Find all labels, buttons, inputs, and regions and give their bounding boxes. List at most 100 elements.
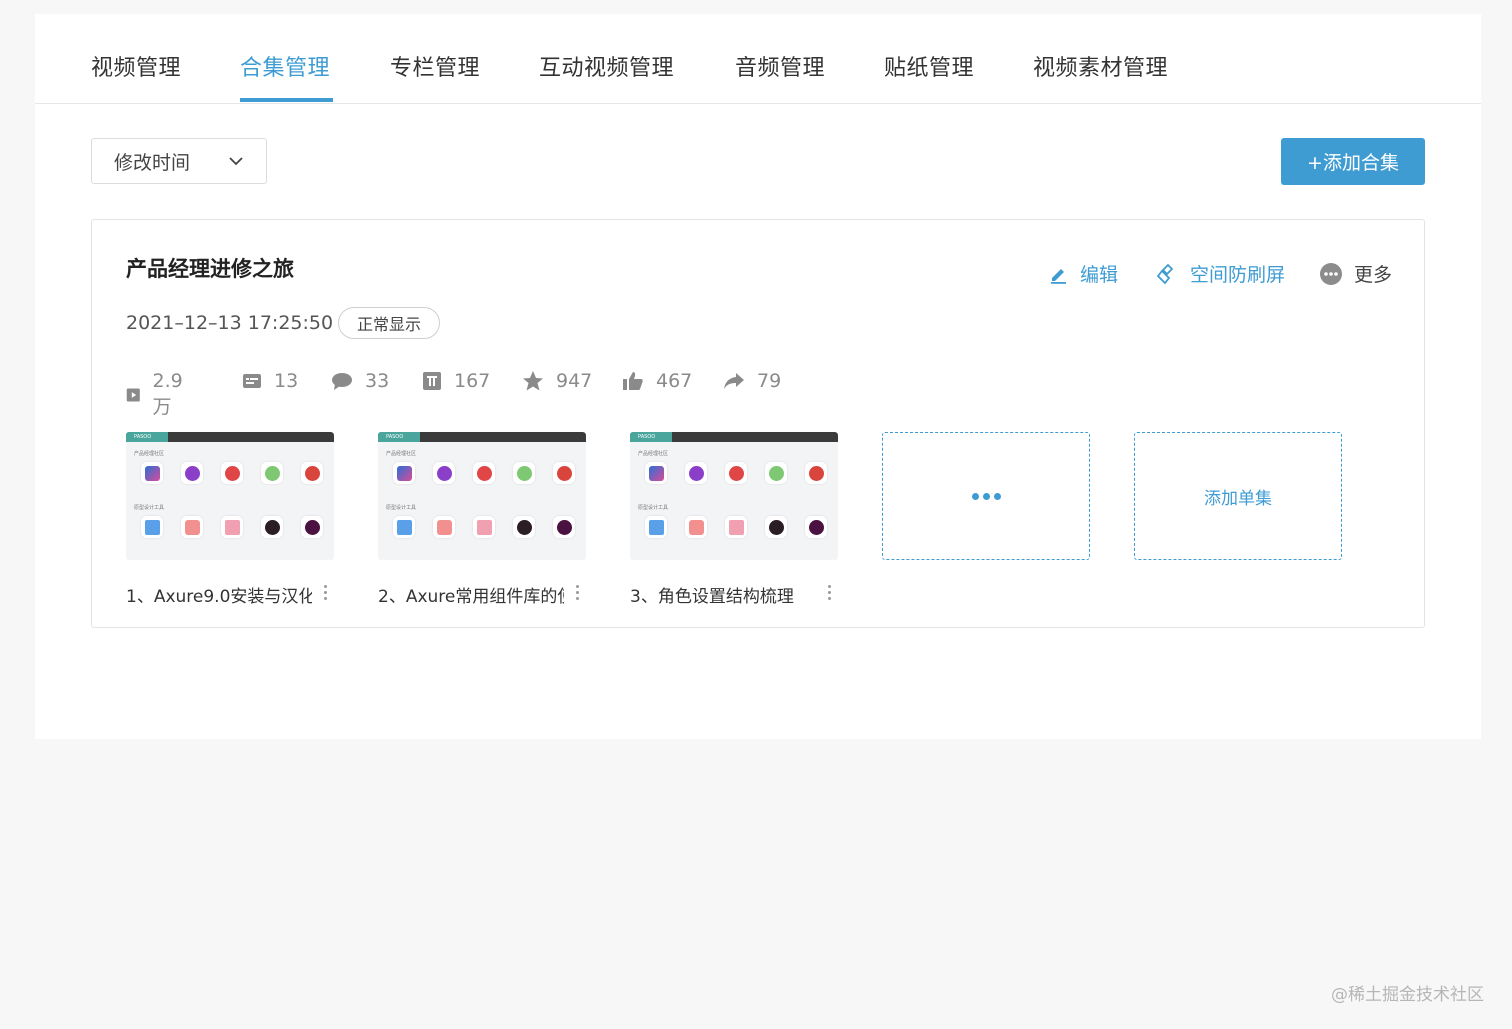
stat-danmaku: 13 <box>242 370 298 392</box>
app-icon <box>473 462 495 484</box>
episode-more-icon[interactable] <box>826 582 832 604</box>
app-icon <box>181 462 203 484</box>
app-icon <box>765 462 787 484</box>
app-icon <box>261 516 283 538</box>
collection-date: 2021–12–13 17:25:50 <box>126 312 334 334</box>
broom-icon <box>1156 263 1174 284</box>
app-icon <box>765 516 787 538</box>
more-button[interactable]: 更多 <box>1320 260 1392 287</box>
tab-collection-management[interactable]: 合集管理 <box>240 50 330 82</box>
stat-likes: 467 <box>622 370 692 392</box>
thumbnail-section-label: 产品经理社区 <box>386 451 417 457</box>
app-icon <box>725 462 747 484</box>
thumbnail-brand: PASOO <box>630 432 672 442</box>
app-icon <box>685 462 707 484</box>
app-icon <box>141 516 163 538</box>
app-icon <box>513 516 535 538</box>
stat-comments: 33 <box>331 370 389 392</box>
stat-plays: 2.9万 <box>126 370 188 419</box>
anti-spam-button[interactable]: 空间防刷屏 <box>1156 260 1285 287</box>
thumbnail-section-label: 原型设计工具 <box>386 505 417 511</box>
add-collection-button[interactable]: +添加合集 <box>1281 138 1425 185</box>
edit-label: 编辑 <box>1080 264 1119 286</box>
app-icon <box>685 516 707 538</box>
episode-thumbnail[interactable]: PASOO 产品经理社区 原型设计工具 <box>378 432 586 560</box>
collection-card: 产品经理进修之旅 编辑 空间防刷屏 更多 2021–12–13 17:25:50… <box>91 219 1425 628</box>
anti-spam-label: 空间防刷屏 <box>1190 264 1286 286</box>
episode-more-icon[interactable] <box>574 582 580 604</box>
stat-likes-value: 467 <box>656 370 693 392</box>
app-icon <box>393 516 415 538</box>
app-icon <box>301 462 323 484</box>
app-icon <box>645 516 667 538</box>
episode-card[interactable]: PASOO 产品经理社区 原型设计工具 3、角色设置结构梳理 <box>630 432 838 607</box>
danmaku-icon <box>243 374 261 388</box>
app-icon <box>141 462 163 484</box>
app-icon <box>221 462 243 484</box>
stat-danmaku-value: 13 <box>274 370 299 392</box>
thumbnail-section-label: 原型设计工具 <box>134 505 165 511</box>
app-icon <box>553 462 575 484</box>
episode-card[interactable]: PASOO 产品经理社区 原型设计工具 2、Axure常用组件库的使用 <box>378 432 586 607</box>
thumbnail-section-label: 产品经理社区 <box>134 451 165 457</box>
more-label: 更多 <box>1354 264 1393 286</box>
collection-title: 产品经理进修之旅 <box>126 257 294 281</box>
episode-title[interactable]: 2、Axure常用组件库的使用 <box>378 582 564 607</box>
ellipsis-icon <box>970 492 1003 500</box>
app-icon <box>181 516 203 538</box>
status-badge: 正常显示 <box>338 307 440 339</box>
play-icon <box>126 387 140 402</box>
sort-select-label: 修改时间 <box>114 151 191 174</box>
content-panel: 视频管理 合集管理 专栏管理 互动视频管理 音频管理 贴纸管理 视频素材管理 修… <box>35 14 1481 739</box>
stat-plays-value: 2.9万 <box>152 370 183 418</box>
add-episode-button[interactable]: 添加单集 <box>1134 432 1342 560</box>
app-icon <box>433 462 455 484</box>
app-icon <box>393 462 415 484</box>
app-icon <box>261 462 283 484</box>
thumbnail-section-label: 产品经理社区 <box>638 451 669 457</box>
episode-thumbnail[interactable]: PASOO 产品经理社区 原型设计工具 <box>126 432 334 560</box>
app-icon <box>433 516 455 538</box>
tab-column-management[interactable]: 专栏管理 <box>390 50 480 82</box>
episode-card[interactable]: PASOO 产品经理社区 原型设计工具 1、Axure9.0安装与汉化 <box>126 432 334 607</box>
app-icon <box>553 516 575 538</box>
app-icon <box>645 462 667 484</box>
thumbs-up-icon <box>623 372 643 390</box>
stat-shares-value: 79 <box>757 370 782 392</box>
stat-favorites-value: 947 <box>556 370 593 392</box>
more-episodes-button[interactable] <box>882 432 1090 560</box>
app-icon <box>513 462 535 484</box>
episode-title[interactable]: 3、角色设置结构梳理 <box>630 582 816 607</box>
episode-title[interactable]: 1、Axure9.0安装与汉化 <box>126 582 312 607</box>
edit-button[interactable]: 编辑 <box>1048 260 1118 287</box>
tab-interactive-video-management[interactable]: 互动视频管理 <box>539 50 674 82</box>
app-icon <box>473 516 495 538</box>
tab-bar: 视频管理 合集管理 专栏管理 互动视频管理 音频管理 贴纸管理 视频素材管理 <box>35 14 1481 104</box>
app-icon <box>221 516 243 538</box>
stat-shares: 79 <box>723 370 781 392</box>
tab-video-management[interactable]: 视频管理 <box>91 50 181 82</box>
sort-select[interactable]: 修改时间 <box>91 138 267 184</box>
stat-coins-value: 167 <box>454 370 491 392</box>
app-icon <box>805 516 827 538</box>
app-icon <box>301 516 323 538</box>
tab-audio-management[interactable]: 音频管理 <box>735 50 825 82</box>
more-circle-icon <box>1320 262 1342 285</box>
tab-sticker-management[interactable]: 贴纸管理 <box>884 50 974 82</box>
thumbnail-section-label: 原型设计工具 <box>638 505 669 511</box>
star-icon <box>523 371 543 391</box>
stat-comments-value: 33 <box>365 370 390 392</box>
app-icon <box>725 516 747 538</box>
app-icon <box>805 462 827 484</box>
add-episode-label: 添加单集 <box>1204 488 1272 509</box>
tab-video-material-management[interactable]: 视频素材管理 <box>1033 50 1168 82</box>
share-icon <box>724 373 744 389</box>
stat-favorites: 947 <box>522 370 592 392</box>
comment-icon <box>332 373 352 390</box>
episode-thumbnail[interactable]: PASOO 产品经理社区 原型设计工具 <box>630 432 838 560</box>
episode-more-icon[interactable] <box>322 582 328 604</box>
thumbnail-brand: PASOO <box>378 432 420 442</box>
watermark: @稀土掘金技术社区 <box>1331 985 1484 1005</box>
active-tab-indicator <box>240 98 333 102</box>
stat-coins: 167 <box>422 370 490 392</box>
